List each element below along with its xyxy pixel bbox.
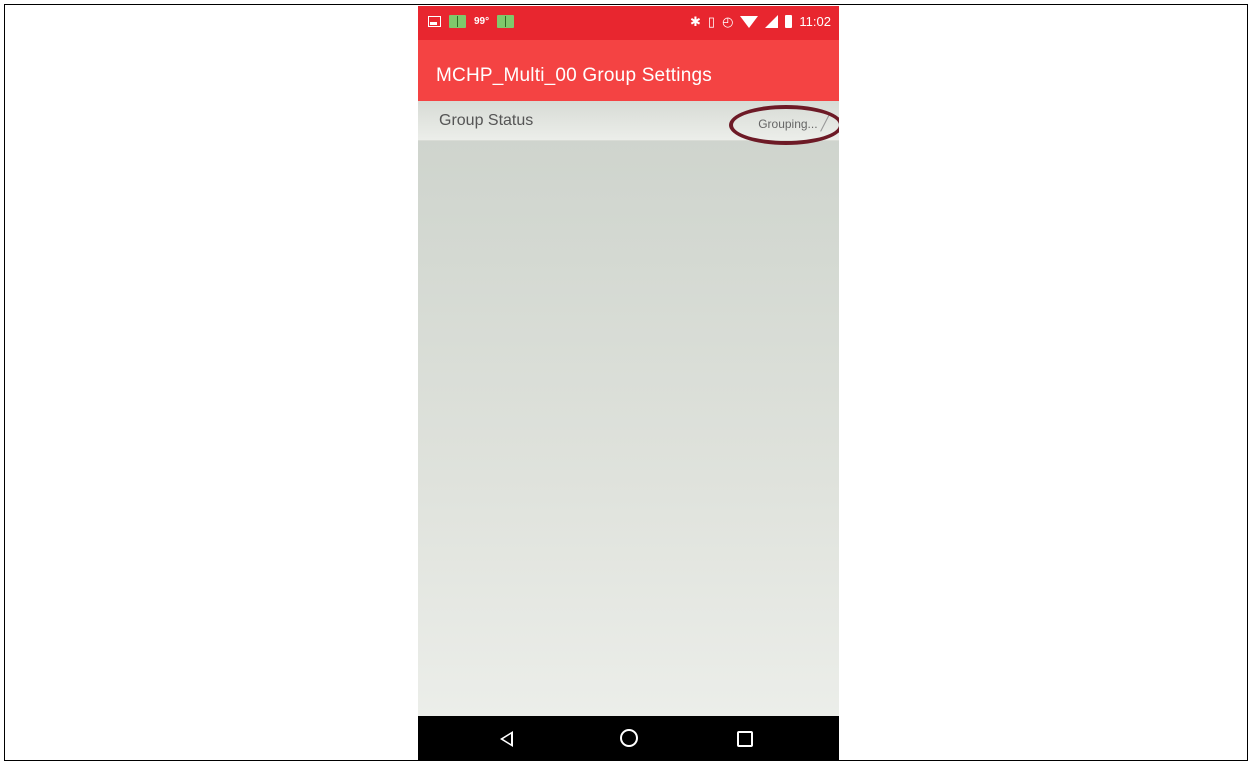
signal-icon	[765, 15, 779, 28]
app-bar: MCHP_Multi_00 Group Settings	[418, 40, 839, 101]
status-time: 11:02	[799, 14, 831, 29]
group-status-label: Group Status	[439, 112, 534, 129]
vibrate-icon: ▯	[707, 13, 716, 29]
book-icon	[449, 15, 466, 28]
book-icon	[497, 15, 515, 28]
status-bar-right: ✱ ▯ ◴ 11:02	[690, 14, 831, 29]
phone-screen: 99° ✱ ▯ ◴ 11:02 MCHP_Multi_00 Group Sett…	[418, 6, 839, 761]
bluetooth-icon: ✱	[690, 13, 701, 29]
recent-apps-icon[interactable]	[737, 731, 753, 747]
status-bar: 99° ✱ ▯ ◴ 11:02	[418, 6, 839, 40]
highlight-annotation	[729, 105, 839, 145]
temperature-text: 99°	[474, 16, 490, 27]
wifi-icon	[740, 15, 759, 28]
page-title: MCHP_Multi_00 Group Settings	[436, 65, 712, 86]
navigation-bar	[418, 716, 839, 761]
back-icon[interactable]	[500, 731, 513, 747]
home-icon[interactable]	[620, 729, 638, 747]
alarm-icon: ◴	[722, 13, 734, 29]
image-icon	[428, 16, 441, 27]
battery-icon	[785, 15, 793, 28]
status-bar-left: 99°	[428, 15, 515, 28]
